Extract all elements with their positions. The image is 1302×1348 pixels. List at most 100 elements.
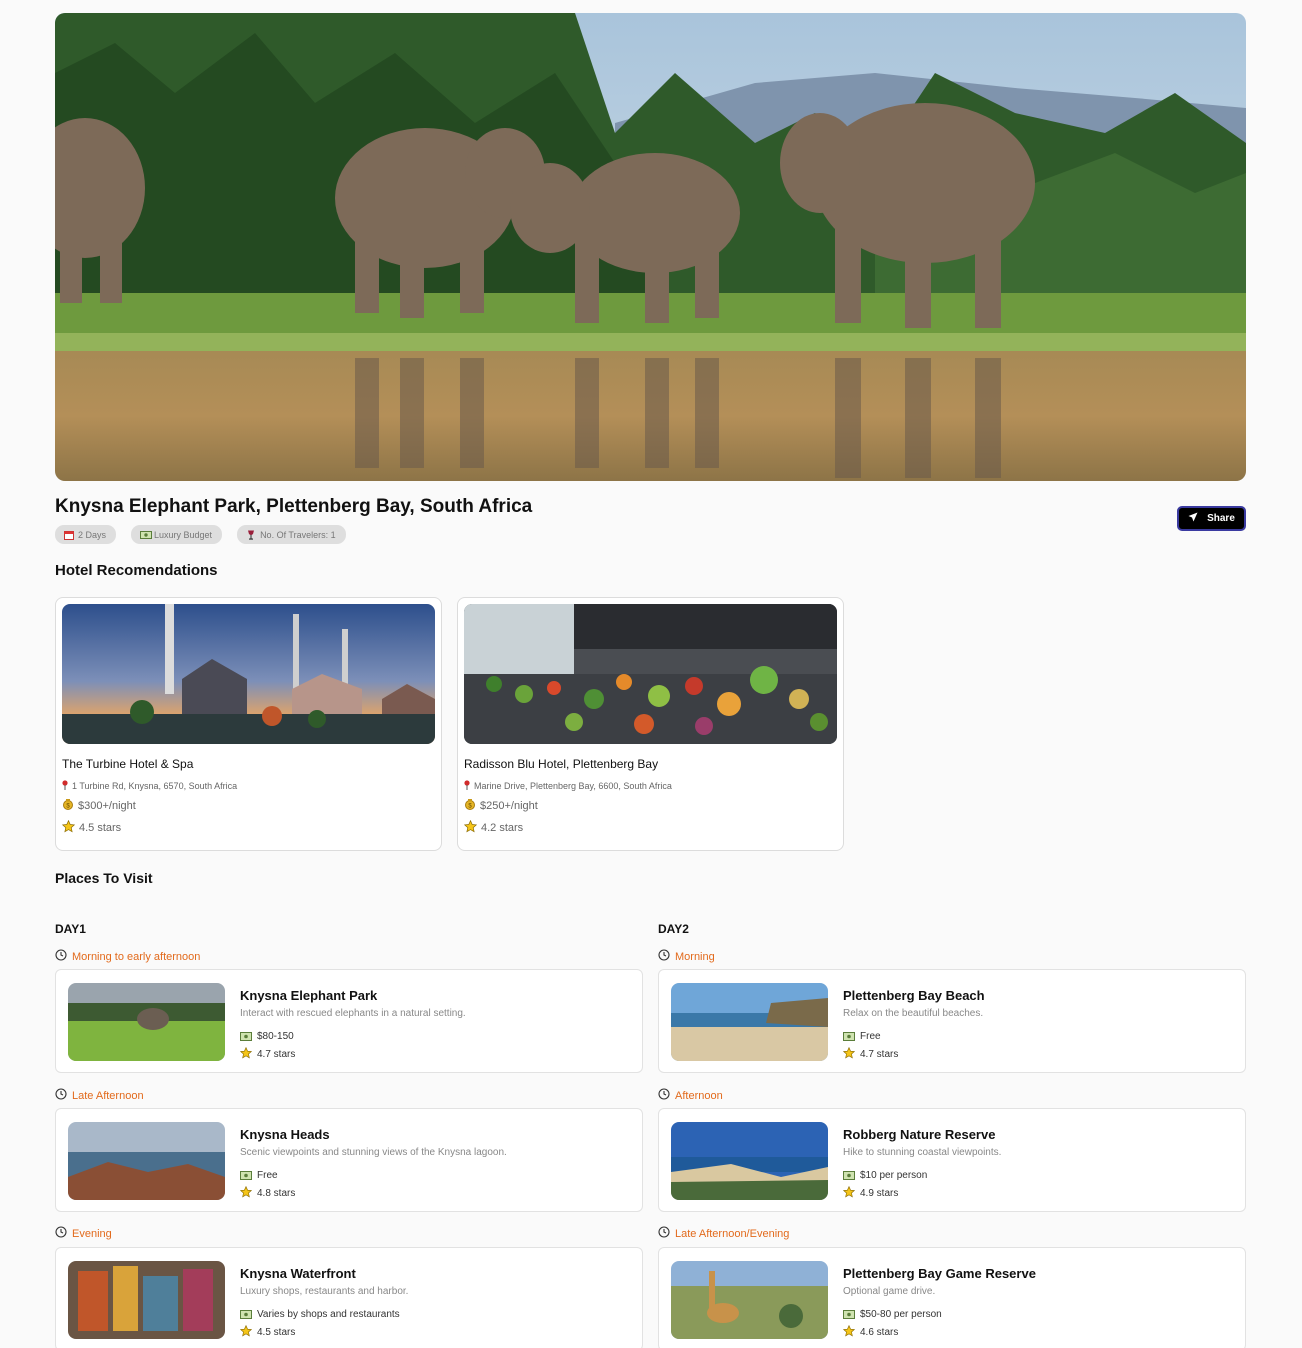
place-name: Plettenberg Bay Game Reserve [843,1266,1036,1281]
send-icon [1188,512,1198,525]
duration-chip: 2 Days [55,525,117,544]
place-price: $80-150 [240,1031,294,1042]
budget-chip: Luxury Budget [131,525,223,544]
hotel-card[interactable]: Radisson Blu Hotel, Plettenberg Bay Mari… [457,597,844,851]
clock-icon [658,1088,670,1103]
budget-chip-label: Luxury Budget [154,529,213,540]
place-rating-text: 4.7 stars [860,1049,899,1060]
star-icon [239,1324,253,1340]
clock-icon [55,1088,67,1103]
time-slot-text: Evening [72,1227,112,1240]
star-icon [239,1185,253,1201]
trip-title: Knysna Elephant Park, Plettenberg Bay, S… [55,496,533,517]
travelers-chip: No. Of Travelers: 1 [237,525,346,544]
hotel-card[interactable]: The Turbine Hotel & Spa 1 Turbine Rd, Kn… [55,597,442,851]
money-bag-icon: $ [464,798,476,813]
star-icon [842,1324,856,1340]
trip-info-chips: 2 Days Luxury Budget No. Of Travelers: 1 [55,525,346,544]
star-icon [239,1046,253,1062]
place-rating-text: 4.8 stars [257,1188,296,1199]
place-price-text: Free [257,1170,278,1181]
place-name: Plettenberg Bay Beach [843,988,985,1003]
place-rating: 4.6 stars [842,1324,898,1340]
place-description: Luxury shops, restaurants and harbor. [240,1286,409,1297]
time-slot-text: Morning [675,950,715,963]
clock-icon [658,1226,670,1241]
star-icon [842,1185,856,1201]
place-rating: 4.9 stars [842,1185,899,1201]
place-name: Knysna Heads [240,1127,330,1142]
place-price: $50-80 per person [843,1309,942,1320]
place-price-text: Varies by shops and restaurants [257,1309,400,1320]
place-name: Robberg Nature Reserve [843,1127,996,1142]
place-card[interactable]: Plettenberg Bay Game Reserve Optional ga… [658,1247,1246,1348]
time-slot-text: Afternoon [675,1089,723,1102]
place-image [68,1122,225,1200]
travelers-chip-label: No. Of Travelers: 1 [260,529,336,540]
place-description: Hike to stunning coastal viewpoints. [843,1147,1002,1158]
place-description: Scenic viewpoints and stunning views of … [240,1147,507,1158]
place-price-text: $10 per person [860,1170,928,1181]
place-price: $10 per person [843,1170,927,1181]
money-bag-icon: $ [62,798,74,813]
place-card[interactable]: Plettenberg Bay Beach Relax on the beaut… [658,969,1246,1073]
place-rating-text: 4.5 stars [257,1327,296,1338]
hotel-address: Marine Drive, Plettenberg Bay, 6600, Sou… [464,780,672,792]
hotel-price-text: $300+/night [78,799,136,812]
place-price-text: $50-80 per person [860,1309,942,1320]
time-slot-label: Late Afternoon [55,1088,144,1103]
place-image [671,1261,828,1339]
clock-icon [658,949,670,964]
wine-glass-icon [246,530,256,540]
money-icon [843,1310,855,1319]
time-slot-label: Afternoon [658,1088,723,1103]
place-rating: 4.8 stars [239,1185,296,1201]
hotel-rating: 4.2 stars [463,819,524,836]
hero-image [55,13,1246,481]
hotel-price-text: $250+/night [480,799,538,812]
money-icon [240,1171,252,1180]
place-price-text: Free [860,1031,881,1042]
hotel-name: Radisson Blu Hotel, Plettenberg Bay [464,757,659,771]
clock-icon [55,1226,67,1241]
time-slot-text: Late Afternoon/Evening [675,1227,790,1240]
hotel-address-text: 1 Turbine Rd, Knysna, 6570, South Africa [72,781,238,791]
time-slot-text: Morning to early afternoon [72,950,201,963]
hotel-rating-text: 4.2 stars [481,822,524,834]
place-price-text: $80-150 [257,1031,294,1042]
hotel-address-text: Marine Drive, Plettenberg Bay, 6600, Sou… [474,781,672,791]
place-rating-text: 4.9 stars [860,1188,899,1199]
share-button-label: Share [1207,513,1235,524]
hotel-price: $ $300+/night [62,798,136,813]
place-description: Interact with rescued elephants in a nat… [240,1008,466,1019]
money-icon [240,1310,252,1319]
share-button[interactable]: Share [1177,506,1246,531]
place-price: Free [240,1170,278,1181]
time-slot-label: Late Afternoon/Evening [658,1226,789,1241]
place-rating: 4.7 stars [842,1046,899,1062]
places-section-title: Places To Visit [55,870,153,886]
place-card[interactable]: Knysna Elephant Park Interact with rescu… [55,969,643,1073]
place-price: Free [843,1031,881,1042]
place-price: Varies by shops and restaurants [240,1309,400,1320]
place-name: Knysna Elephant Park [240,988,378,1003]
duration-chip-label: 2 Days [78,529,107,540]
star-icon [463,819,478,836]
pin-icon [62,780,68,792]
hotel-image [62,604,435,744]
place-rating: 4.7 stars [239,1046,296,1062]
hotel-image [464,604,837,744]
hotel-name: The Turbine Hotel & Spa [62,757,194,771]
place-card[interactable]: Knysna Heads Scenic viewpoints and stunn… [55,1108,643,1212]
place-card[interactable]: Robberg Nature Reserve Hike to stunning … [658,1108,1246,1212]
place-card[interactable]: Knysna Waterfront Luxury shops, restaura… [55,1247,643,1348]
place-rating-text: 4.7 stars [257,1049,296,1060]
hotel-section-title: Hotel Recomendations [55,562,218,579]
hotel-address: 1 Turbine Rd, Knysna, 6570, South Africa [62,780,237,792]
hotel-rating-text: 4.5 stars [79,822,122,834]
place-image [671,983,828,1061]
money-icon [843,1171,855,1180]
clock-icon [55,949,67,964]
calendar-icon [64,530,74,540]
place-image [68,1261,225,1339]
